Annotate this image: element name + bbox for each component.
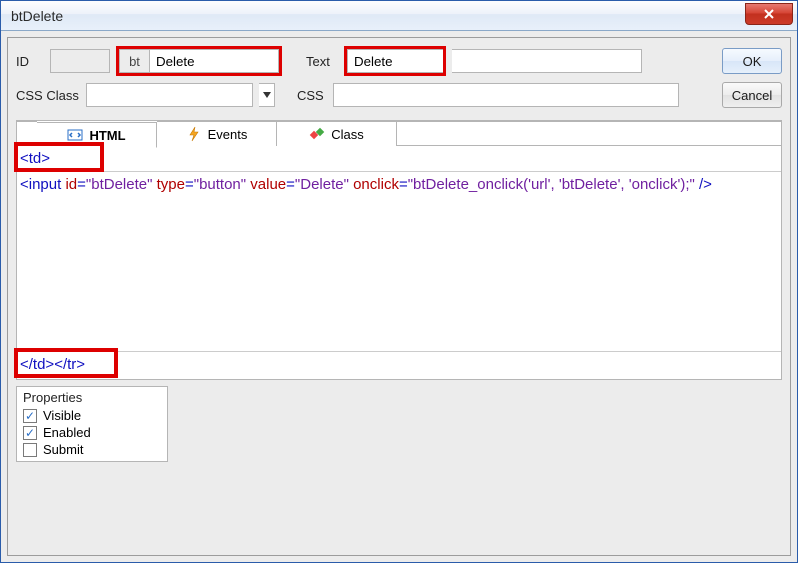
text-input-rest[interactable] [452, 49, 642, 73]
tab-class-label: Class [331, 127, 364, 142]
tabs: HTML Events Class [16, 120, 782, 146]
prop-visible-row[interactable]: Visible [23, 407, 161, 424]
css-label: CSS [297, 88, 327, 103]
highlight-id: bt [116, 46, 282, 76]
highlight-text [344, 46, 446, 76]
cssclass-dropdown-button[interactable] [259, 83, 275, 107]
text-input-highlight[interactable] [347, 49, 443, 73]
titlebar: btDelete [1, 1, 797, 31]
prop-submit-checkbox[interactable] [23, 443, 37, 457]
prop-submit-label: Submit [43, 442, 83, 457]
code-area: <td> <input id="btDelete" type="button" … [16, 146, 782, 380]
tab-events[interactable]: Events [157, 121, 277, 147]
prop-visible-checkbox[interactable] [23, 409, 37, 423]
css-input[interactable] [333, 83, 679, 107]
row-css: CSS Class CSS Cancel [16, 82, 782, 108]
id-input[interactable] [149, 49, 279, 73]
id-label: ID [16, 54, 44, 69]
tab-class[interactable]: Class [277, 121, 397, 147]
close-icon [762, 8, 776, 20]
close-button[interactable] [745, 3, 793, 25]
code-open-row[interactable]: <td> [17, 146, 781, 172]
highlight-open-td [14, 142, 104, 172]
row-id-text: ID bt Text OK [16, 46, 782, 76]
text-label: Text [306, 54, 338, 69]
tab-events-label: Events [208, 127, 248, 142]
id-prefix-box [50, 49, 110, 73]
prop-enabled-label: Enabled [43, 425, 91, 440]
id-prefix-value: bt [119, 49, 149, 73]
lightning-icon [186, 126, 202, 142]
code-main-row[interactable]: <input id="btDelete" type="button" value… [17, 172, 781, 352]
class-icon [309, 126, 325, 142]
dialog-body: ID bt Text OK CSS Class CSS [7, 37, 791, 556]
html-icon [67, 127, 83, 143]
code-close-row[interactable]: </td></tr> [17, 352, 781, 377]
cssclass-input[interactable] [86, 83, 253, 107]
below-area: Properties Visible Enabled Submit [16, 386, 782, 462]
prop-enabled-row[interactable]: Enabled [23, 424, 161, 441]
cssclass-label: CSS Class [16, 88, 80, 103]
dialog-window: btDelete ID bt Text OK CSS Class [0, 0, 798, 563]
chevron-down-icon [263, 92, 271, 98]
prop-visible-label: Visible [43, 408, 81, 423]
properties-title: Properties [23, 390, 161, 405]
prop-submit-row[interactable]: Submit [23, 441, 161, 458]
prop-enabled-checkbox[interactable] [23, 426, 37, 440]
cancel-button[interactable]: Cancel [722, 82, 782, 108]
tab-html-label: HTML [89, 128, 125, 143]
ok-button[interactable]: OK [722, 48, 782, 74]
window-title: btDelete [11, 8, 745, 24]
highlight-close-td [14, 348, 118, 378]
properties-panel: Properties Visible Enabled Submit [16, 386, 168, 462]
